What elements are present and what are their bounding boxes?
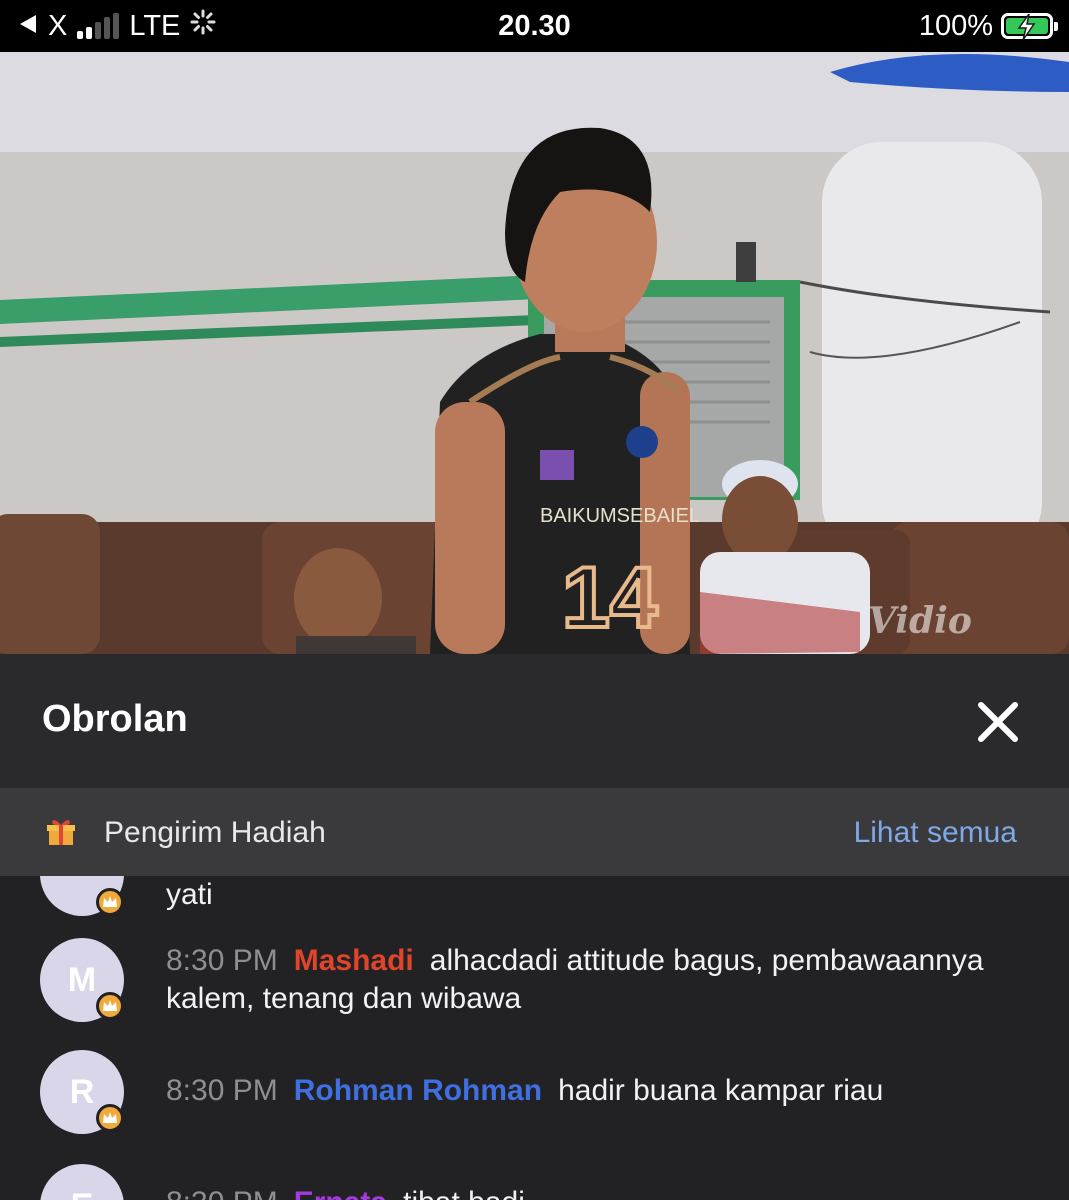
chat-message-list[interactable]: yati M 8:30 PM Mashadi alhacdadi attitude … — [0, 876, 1069, 1200]
message-time: 8:30 PM — [166, 1186, 278, 1200]
chat-title: Obrolan — [42, 698, 188, 740]
video-frame: BAIKUMSEBAIEL 14 — [0, 52, 1069, 654]
message-text: 8:30 PM Rohman Rohman hadir buana kampar r… — [166, 1072, 1026, 1110]
gift-senders-label: Pengirim Hadiah — [104, 816, 326, 849]
crown-badge-icon — [96, 888, 124, 916]
see-all-link[interactable]: Lihat semua — [854, 816, 1017, 850]
message-body: alhacdadi attitude bagus, pembawaannya k… — [166, 944, 984, 1015]
message-time: 8:30 PM — [166, 944, 278, 977]
gift-senders-bar[interactable]: Pengirim Hadiah Lihat semua — [0, 788, 1069, 876]
close-icon — [978, 702, 1018, 742]
message-text: yati — [166, 876, 1026, 914]
message-text: 8:30 PM Mashadi alhacdadi attitude bagus, … — [166, 942, 1026, 1018]
avatar[interactable]: E — [40, 1164, 124, 1200]
message-username[interactable]: Mashadi — [294, 944, 414, 977]
gift-icon — [46, 817, 76, 852]
clock: 20.30 — [498, 9, 571, 42]
message-username[interactable]: Ernata — [294, 1186, 387, 1200]
crown-badge-icon — [96, 992, 124, 1020]
chat-panel: Obrolan Pengirim Hadiah Lihat semua yati… — [0, 654, 1069, 1200]
status-bar: X LTE 20.30 100% — [0, 0, 1069, 52]
battery-percent: 100% — [918, 9, 993, 42]
battery-charging-icon — [1001, 13, 1058, 40]
message-text: 8:30 PM Ernata tibat badi — [166, 1184, 1026, 1200]
message-username[interactable]: Rohman Rohman — [294, 1074, 542, 1107]
message-body: tibat badi — [403, 1186, 525, 1200]
jersey-number: 14 — [562, 550, 658, 646]
message-body: hadir buana kampar riau — [558, 1074, 884, 1107]
chat-header: Obrolan — [0, 654, 1069, 788]
close-chat-button[interactable] — [970, 694, 1026, 750]
vidio-watermark: Vidio — [868, 600, 972, 642]
crown-badge-icon — [96, 1104, 124, 1132]
status-right: 100% — [918, 0, 1058, 52]
message-time: 8:30 PM — [166, 1074, 278, 1107]
jersey-text: BAIKUMSEBAIEL — [540, 505, 700, 527]
message-body: yati — [166, 878, 213, 911]
video-player[interactable]: BAIKUMSEBAIEL 14 Vidio — [0, 52, 1069, 654]
